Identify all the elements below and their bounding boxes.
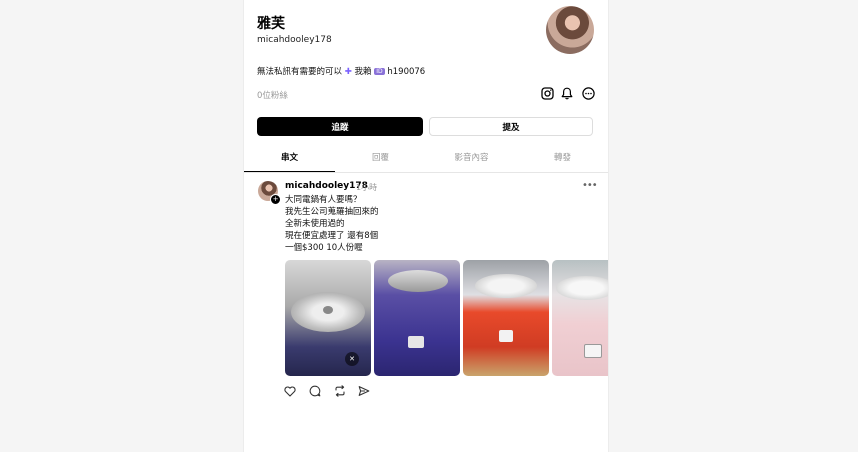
profile-avatar[interactable]	[546, 6, 594, 54]
repost-icon[interactable]	[333, 384, 347, 398]
tab-reposts[interactable]: 轉發	[517, 148, 608, 172]
instagram-icon[interactable]	[540, 86, 554, 100]
comment-icon[interactable]	[308, 384, 322, 398]
heart-icon[interactable]	[283, 384, 297, 398]
post-image-pink-cooker[interactable]	[552, 260, 608, 376]
post-line: 一個$300 10人份喔	[285, 243, 363, 253]
bell-icon[interactable]	[560, 86, 574, 100]
post-line: 全新未使用過的	[285, 219, 345, 229]
post-body: 大同電鍋有人要嗎？ 我先生公司蒐羅抽回來的 全新未使用過的 現在便宜處理了 還有…	[285, 194, 379, 254]
plus-icon: ✚	[344, 67, 352, 77]
bio-text-suffix: h190076	[387, 67, 426, 77]
profile-bio: 無法私訊有需要的可以 ✚ 我賴 ID h190076	[257, 65, 425, 77]
post-line: 我先生公司蒐羅抽回來的	[285, 207, 379, 217]
post-image-red-cooker[interactable]	[463, 260, 549, 376]
bio-text-middle: 我賴	[354, 67, 372, 77]
profile-panel: 雅芙 micahdooley178 無法私訊有需要的可以 ✚ 我賴 ID h19…	[243, 0, 609, 452]
post-image-purple-cooker[interactable]	[374, 260, 460, 376]
post-more-button[interactable]: •••	[582, 180, 598, 191]
profile-name: 雅芙	[257, 16, 285, 32]
profile-tabs: 串文 回覆 影音內容 轉發	[244, 148, 608, 173]
post-video-rice-cooker-open[interactable]: ✕	[285, 260, 371, 376]
tab-threads[interactable]: 串文	[244, 148, 335, 172]
followers-count[interactable]: 0位粉絲	[257, 89, 288, 101]
tab-replies[interactable]: 回覆	[335, 148, 426, 172]
post-line: 現在便宜處理了 還有8個	[285, 231, 379, 241]
send-icon[interactable]	[357, 384, 371, 398]
post-timestamp: 1小時	[356, 183, 378, 192]
more-icon[interactable]	[581, 86, 595, 100]
id-badge-icon: ID	[374, 68, 385, 75]
post-line: 大同電鍋有人要嗎？	[285, 195, 362, 205]
bio-text-prefix: 無法私訊有需要的可以	[257, 67, 343, 77]
follow-plus-icon[interactable]: +	[270, 194, 281, 205]
mute-icon[interactable]: ✕	[345, 352, 359, 366]
follow-button[interactable]: 追蹤	[257, 117, 423, 136]
profile-handle: micahdooley178	[257, 35, 332, 45]
mention-button[interactable]: 提及	[429, 117, 593, 136]
tab-media[interactable]: 影音內容	[426, 148, 517, 172]
